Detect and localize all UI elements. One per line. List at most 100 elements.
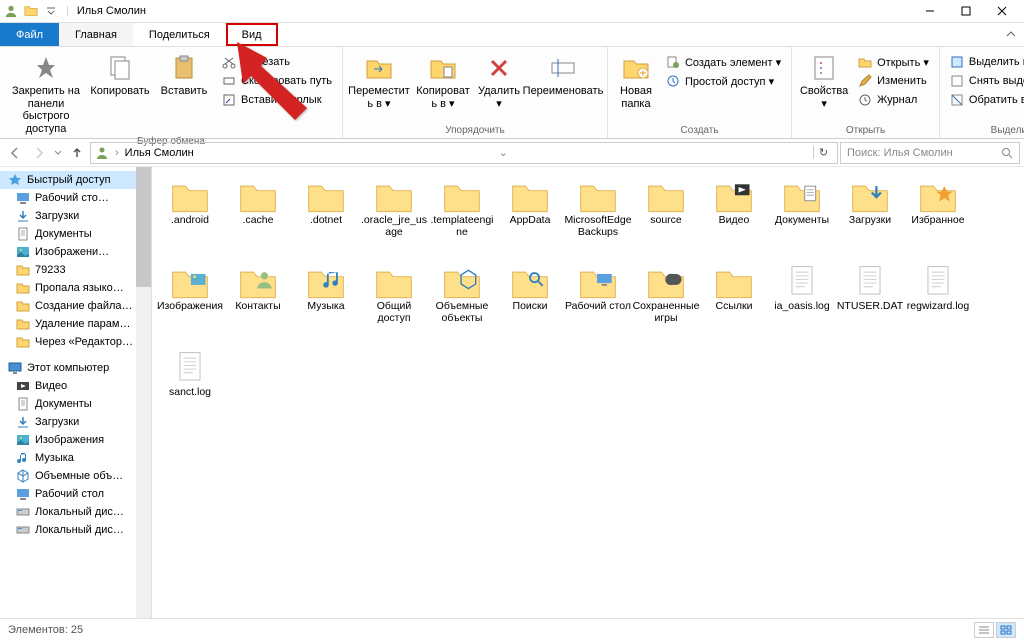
tab-home[interactable]: Главная (59, 23, 133, 46)
breadcrumb-item[interactable]: Илья Смолин (125, 147, 194, 159)
tree-item[interactable]: Загрузки📌 (0, 207, 151, 225)
item-count: Элементов: 25 (8, 624, 83, 636)
file-item[interactable]: .templateengine (428, 175, 496, 257)
tree-item[interactable]: Изображени…📌 (0, 243, 151, 261)
file-item[interactable]: .dotnet (292, 175, 360, 257)
tree-item[interactable]: Документы (0, 395, 151, 413)
tree-item[interactable]: Документы📌 (0, 225, 151, 243)
file-item[interactable]: Рабочий стол (564, 261, 632, 343)
back-button[interactable] (4, 142, 26, 164)
collapse-ribbon-button[interactable] (998, 23, 1024, 46)
file-label: NTUSER.DAT (837, 301, 903, 313)
file-item[interactable]: Контакты (224, 261, 292, 343)
tree-item-icon (16, 505, 30, 519)
up-button[interactable] (66, 142, 88, 164)
select-all-button[interactable]: Выделить все (944, 53, 1024, 71)
path-icon (222, 74, 236, 88)
file-item[interactable]: MicrosoftEdgeBackups (564, 175, 632, 257)
search-input[interactable]: Поиск: Илья Смолин (840, 142, 1020, 164)
tree-thispc[interactable]: Этот компьютер (0, 359, 151, 377)
file-item[interactable]: Сохраненные игры (632, 261, 700, 343)
tree-item[interactable]: Удаление парам… (0, 315, 151, 333)
minimize-button[interactable] (912, 0, 948, 23)
file-item[interactable]: sanct.log (156, 347, 224, 429)
close-button[interactable] (984, 0, 1020, 23)
icons-view-button[interactable] (996, 622, 1016, 638)
ribbon-group-organize: Переместит ь в ▾ Копироват ь в ▾ Удалить… (343, 47, 608, 138)
paste-button[interactable]: Вставить (152, 49, 216, 98)
tree-item[interactable]: Рабочий стол (0, 485, 151, 503)
file-label: Избранное (911, 215, 964, 227)
file-item[interactable]: Изображения (156, 261, 224, 343)
cut-button[interactable]: Вырезать (216, 53, 338, 71)
tree-item[interactable]: Музыка (0, 449, 151, 467)
tab-view[interactable]: Вид (226, 23, 278, 46)
tree-item[interactable]: Объемные объ… (0, 467, 151, 485)
breadcrumb[interactable]: › Илья Смолин ⌄ ↻ (90, 142, 838, 164)
tree-item[interactable]: Через «Редактор… (0, 333, 151, 351)
tree-item-icon (16, 191, 30, 205)
tree-item[interactable]: Создание файла… (0, 297, 151, 315)
pin-quickaccess-button[interactable]: Закрепить на панели быстрого доступа (4, 49, 88, 136)
history-button[interactable]: Журнал (852, 91, 935, 109)
properties-button[interactable]: Свойства ▾ (796, 49, 852, 110)
breadcrumb-dropdown[interactable]: ⌄ (499, 146, 508, 159)
tab-file[interactable]: Файл (0, 23, 59, 46)
file-item[interactable]: ia_oasis.log (768, 261, 836, 343)
forward-button[interactable] (28, 142, 50, 164)
tree-item[interactable]: Пропала языко… (0, 279, 151, 297)
tab-share[interactable]: Поделиться (133, 23, 226, 46)
file-item[interactable]: AppData (496, 175, 564, 257)
tree-quickaccess[interactable]: Быстрый доступ (0, 171, 151, 189)
tree-item[interactable]: Локальный дис… (0, 503, 151, 521)
file-item[interactable]: NTUSER.DAT (836, 261, 904, 343)
paste-shortcut-button[interactable]: Вставить ярлык (216, 91, 338, 109)
tree-scrollbar[interactable] (136, 167, 151, 624)
move-to-button[interactable]: Переместит ь в ▾ (347, 49, 411, 110)
file-item[interactable]: Ссылки (700, 261, 768, 343)
tree-item[interactable]: Изображения (0, 431, 151, 449)
tree-item[interactable]: Рабочий сто…📌 (0, 189, 151, 207)
file-item[interactable]: Загрузки (836, 175, 904, 257)
tree-item[interactable]: Загрузки (0, 413, 151, 431)
tree-item-icon (16, 299, 30, 313)
file-item[interactable]: regwizard.log (904, 261, 972, 343)
file-item[interactable]: Музыка (292, 261, 360, 343)
delete-button[interactable]: Удалить ▾ (475, 49, 523, 110)
file-item[interactable]: .android (156, 175, 224, 257)
new-item-button[interactable]: Создать элемент ▾ (660, 53, 787, 71)
tree-item[interactable]: Локальный дис… (0, 521, 151, 539)
file-item[interactable]: Поиски (496, 261, 564, 343)
rename-button[interactable]: Переименовать (523, 49, 603, 98)
recent-dropdown[interactable] (52, 142, 64, 164)
file-item[interactable]: .cache (224, 175, 292, 257)
tree-item[interactable]: 79233 (0, 261, 151, 279)
file-item[interactable]: Объемные объекты (428, 261, 496, 343)
qat-dropdown-icon[interactable] (46, 6, 56, 16)
titlebar: | Илья Смолин (0, 0, 1024, 23)
file-item[interactable]: source (632, 175, 700, 257)
file-item[interactable]: .oracle_jre_usage (360, 175, 428, 257)
copy-path-button[interactable]: Скопировать путь (216, 72, 338, 90)
folder-icon (24, 4, 38, 18)
pin-icon (31, 53, 61, 83)
copy-to-button[interactable]: Копироват ь в ▾ (411, 49, 475, 110)
file-item[interactable]: Документы (768, 175, 836, 257)
tree-item-icon (16, 317, 30, 331)
new-folder-button[interactable]: Новая папка (612, 49, 660, 110)
maximize-button[interactable] (948, 0, 984, 23)
easy-access-button[interactable]: Простой доступ ▾ (660, 72, 787, 90)
tree-item[interactable]: Видео (0, 377, 151, 395)
file-item[interactable]: Избранное (904, 175, 972, 257)
file-label: MicrosoftEdgeBackups (564, 215, 632, 238)
refresh-button[interactable]: ↻ (813, 146, 833, 159)
file-icon (441, 263, 483, 299)
copy-button[interactable]: Копировать (88, 49, 152, 98)
invert-selection-button[interactable]: Обратить выделение (944, 91, 1024, 109)
open-button[interactable]: Открыть ▾ (852, 53, 935, 71)
details-view-button[interactable] (974, 622, 994, 638)
file-item[interactable]: Общий доступ (360, 261, 428, 343)
select-none-button[interactable]: Снять выделение (944, 72, 1024, 90)
edit-button[interactable]: Изменить (852, 72, 935, 90)
file-item[interactable]: Видео (700, 175, 768, 257)
